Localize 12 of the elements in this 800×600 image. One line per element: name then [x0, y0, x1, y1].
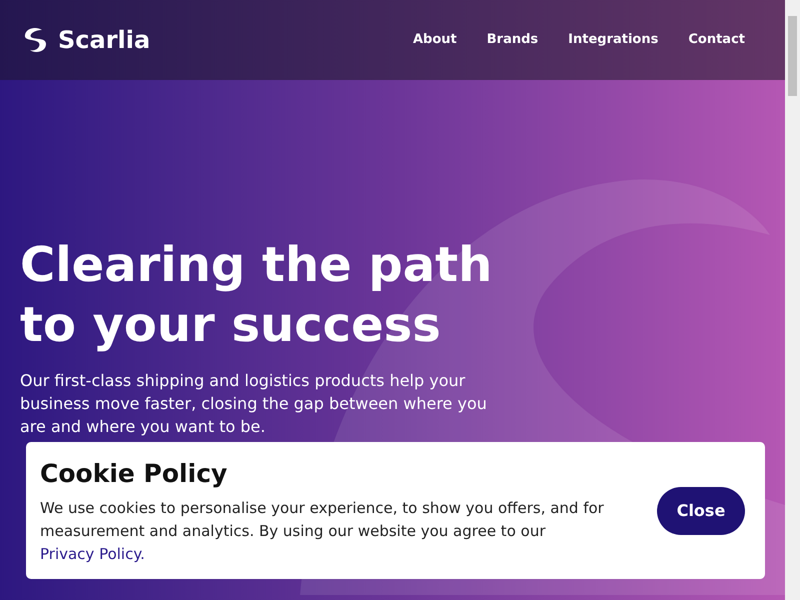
close-button[interactable]: Close: [657, 486, 745, 534]
hero-description: Our first-class shipping and logistics products help your business move faster, closing the gap between where you are and where you want to be.: [20, 370, 488, 438]
nav-link[interactable]: About: [412, 30, 457, 50]
privacy-policy-link[interactable]: Privacy Policy.: [40, 544, 145, 563]
brand-name: Scarlia: [58, 25, 150, 56]
cookie-title: Cookie Policy: [40, 458, 228, 490]
hero-headline: Clearing the path: [20, 236, 494, 295]
nav-link[interactable]: Integrations: [568, 30, 658, 50]
cookie-text: We use cookies to personalise your experience, to show you offers, and for measurement and analytics. By using our website you agree to our Privacy Policy.: [40, 498, 605, 565]
nav-link[interactable]: Contact: [688, 30, 745, 50]
nav-link[interactable]: Brands: [486, 30, 538, 50]
hero-headline: to your success: [20, 296, 442, 355]
